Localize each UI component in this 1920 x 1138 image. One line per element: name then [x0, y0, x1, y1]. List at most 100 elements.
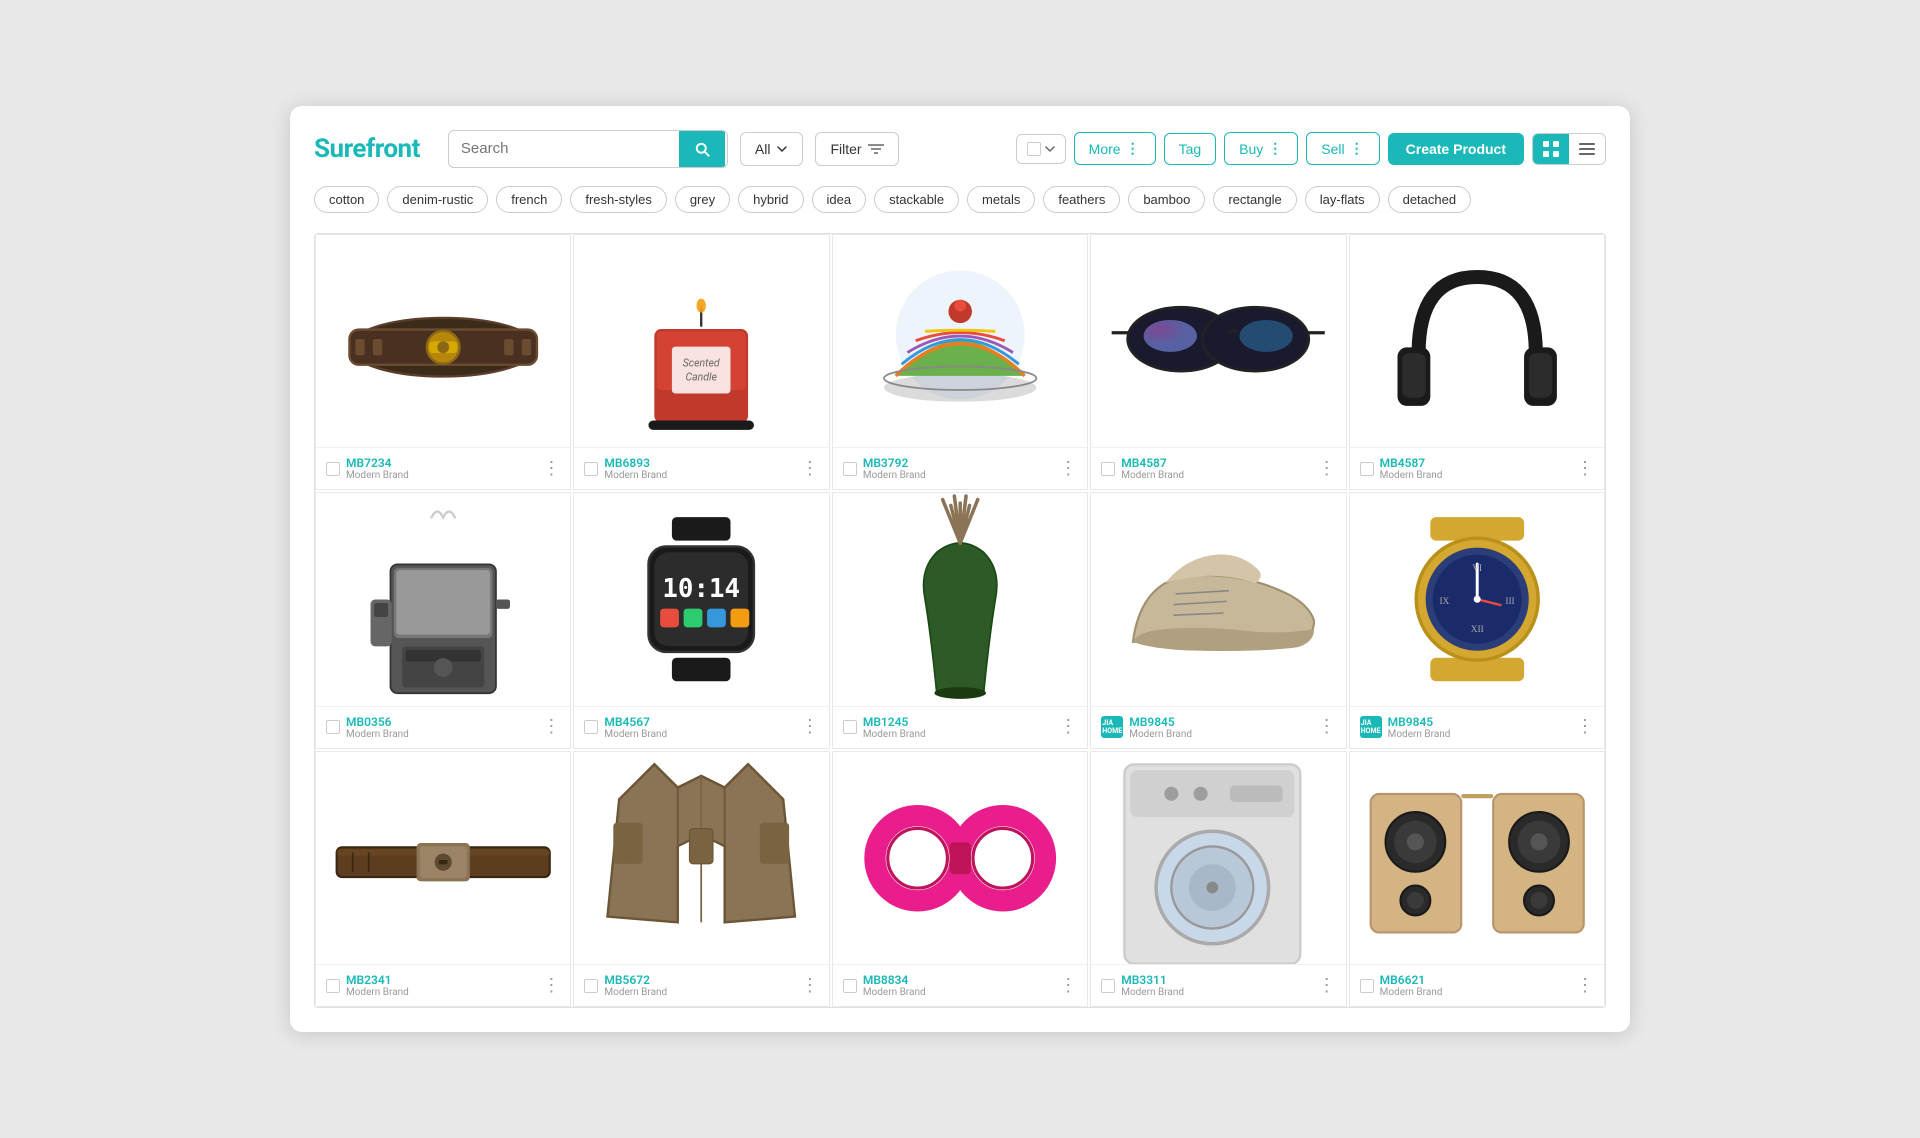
filter-button[interactable]: Filter: [815, 132, 898, 166]
product-id-link[interactable]: MB4587: [1380, 456, 1443, 470]
product-id-link[interactable]: MB8834: [863, 973, 926, 987]
product-dots-menu[interactable]: ⋮: [542, 977, 560, 995]
tag-pill-bamboo[interactable]: bamboo: [1128, 186, 1205, 213]
search-input[interactable]: [449, 132, 679, 165]
product-id-link[interactable]: MB0356: [346, 715, 409, 729]
product-dots-menu[interactable]: ⋮: [1318, 718, 1336, 736]
product-checkbox[interactable]: [326, 720, 340, 734]
tag-label: Tag: [1179, 141, 1202, 157]
select-all-checkbox[interactable]: [1027, 142, 1041, 156]
product-dots-menu[interactable]: ⋮: [1576, 460, 1594, 478]
product-cell: MB2341Modern Brand⋮: [315, 751, 571, 1007]
product-dots-menu[interactable]: ⋮: [542, 460, 560, 478]
buy-dots-icon: ⋮: [1268, 140, 1283, 157]
product-cell: MB0356Modern Brand⋮: [315, 492, 571, 748]
product-footer: JIAHOMEMB9845Modern Brand⋮: [1091, 706, 1345, 748]
product-footer: MB8834Modern Brand⋮: [833, 964, 1087, 1006]
tag-pill-hybrid[interactable]: hybrid: [738, 186, 803, 213]
product-checkbox[interactable]: [584, 979, 598, 993]
product-checkbox[interactable]: [584, 720, 598, 734]
product-cell: MB3311Modern Brand⋮: [1090, 751, 1346, 1007]
product-brand: Modern Brand: [1380, 987, 1443, 998]
product-dots-menu[interactable]: ⋮: [801, 977, 819, 995]
product-dots-menu[interactable]: ⋮: [1318, 977, 1336, 995]
product-checkbox[interactable]: [1101, 979, 1115, 993]
more-button[interactable]: More ⋮: [1074, 132, 1156, 165]
more-label: More: [1089, 141, 1121, 157]
product-checkbox[interactable]: [1360, 462, 1374, 476]
tag-pill-rectangle[interactable]: rectangle: [1213, 186, 1296, 213]
tag-button[interactable]: Tag: [1164, 133, 1217, 165]
search-button[interactable]: [679, 131, 725, 167]
product-dots-menu[interactable]: ⋮: [801, 460, 819, 478]
product-id-link[interactable]: MB7234: [346, 456, 409, 470]
list-icon: [1579, 141, 1595, 157]
product-checkbox[interactable]: [326, 979, 340, 993]
tag-pill-french[interactable]: french: [496, 186, 562, 213]
product-id-link[interactable]: MB9845: [1129, 715, 1192, 729]
tag-pill-metals[interactable]: metals: [967, 186, 1035, 213]
tag-pill-grey[interactable]: grey: [675, 186, 730, 213]
product-dots-menu[interactable]: ⋮: [1318, 460, 1336, 478]
tag-pill-cotton[interactable]: cotton: [314, 186, 379, 213]
product-dots-menu[interactable]: ⋮: [1576, 977, 1594, 995]
list-view-button[interactable]: [1569, 134, 1605, 164]
product-checkbox[interactable]: [1101, 462, 1115, 476]
product-checkbox[interactable]: [843, 462, 857, 476]
view-toggle: [1532, 133, 1606, 165]
product-checkbox[interactable]: [843, 979, 857, 993]
product-id-link[interactable]: MB4567: [604, 715, 667, 729]
sell-button[interactable]: Sell ⋮: [1306, 132, 1379, 165]
brand-badge: JIAHOME: [1101, 716, 1123, 738]
product-cell: Scented Candle MB6893Modern Brand⋮: [573, 234, 829, 490]
tag-pill-stackable[interactable]: stackable: [874, 186, 959, 213]
product-image-diffuser: [833, 493, 1087, 705]
sell-dots-icon: ⋮: [1350, 140, 1365, 157]
product-dots-menu[interactable]: ⋮: [1576, 718, 1594, 736]
grid-view-button[interactable]: [1533, 134, 1569, 164]
product-image-sunglasses: [1091, 235, 1345, 447]
product-id-link[interactable]: MB6621: [1380, 973, 1443, 987]
product-checkbox[interactable]: [1360, 979, 1374, 993]
product-image-washer: [1091, 752, 1345, 964]
tag-pill-feathers[interactable]: feathers: [1043, 186, 1120, 213]
product-id-link[interactable]: MB9845: [1388, 715, 1451, 729]
svg-text:XII: XII: [1470, 625, 1483, 635]
product-image-shoe: [1091, 493, 1345, 705]
tag-pill-idea[interactable]: idea: [812, 186, 867, 213]
product-dots-menu[interactable]: ⋮: [1059, 977, 1077, 995]
product-dots-menu[interactable]: ⋮: [1059, 460, 1077, 478]
product-id-link[interactable]: MB1245: [863, 715, 926, 729]
tag-pill-detached[interactable]: detached: [1388, 186, 1472, 213]
select-all-dropdown[interactable]: [1016, 134, 1066, 164]
tag-pill-lay-flats[interactable]: lay-flats: [1305, 186, 1380, 213]
tag-pill-denim-rustic[interactable]: denim-rustic: [387, 186, 488, 213]
buy-button[interactable]: Buy ⋮: [1224, 132, 1298, 165]
product-id-link[interactable]: MB2341: [346, 973, 409, 987]
header-actions: More ⋮ Tag Buy ⋮ Sell ⋮ Create Product: [1016, 132, 1606, 165]
product-brand: Modern Brand: [863, 729, 926, 740]
chevron-down-icon: [776, 143, 788, 155]
product-brand: Modern Brand: [604, 987, 667, 998]
product-checkbox[interactable]: [843, 720, 857, 734]
product-checkbox[interactable]: [584, 462, 598, 476]
product-id-link[interactable]: MB3792: [863, 456, 926, 470]
tag-pill-fresh-styles[interactable]: fresh-styles: [570, 186, 666, 213]
all-dropdown[interactable]: All: [740, 132, 804, 166]
buy-label: Buy: [1239, 141, 1263, 157]
create-product-button[interactable]: Create Product: [1388, 133, 1524, 165]
product-image-jacket: [574, 752, 828, 964]
product-id-link[interactable]: MB5672: [604, 973, 667, 987]
product-id-link[interactable]: MB6893: [604, 456, 667, 470]
product-cell: MB8834Modern Brand⋮: [832, 751, 1088, 1007]
product-dots-menu[interactable]: ⋮: [801, 718, 819, 736]
product-dots-menu[interactable]: ⋮: [1059, 718, 1077, 736]
product-footer: MB2341Modern Brand⋮: [316, 964, 570, 1006]
product-dots-menu[interactable]: ⋮: [542, 718, 560, 736]
product-cell: MB4587Modern Brand⋮: [1090, 234, 1346, 490]
product-id-link[interactable]: MB4587: [1121, 456, 1184, 470]
product-cell: MB3792Modern Brand⋮: [832, 234, 1088, 490]
product-id-link[interactable]: MB3311: [1121, 973, 1184, 987]
product-checkbox[interactable]: [326, 462, 340, 476]
svg-text:IX: IX: [1439, 597, 1449, 607]
